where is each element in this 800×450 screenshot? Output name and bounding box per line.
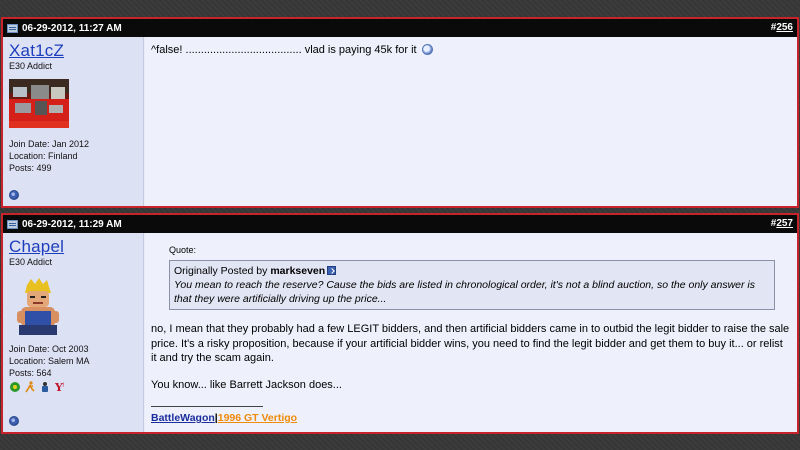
svg-text:!: ! (62, 382, 64, 389)
message-text: ^false! ................................… (151, 44, 417, 56)
post-header: 06-29-2012, 11:29 AM #257 (3, 215, 797, 233)
join-date: Join Date: Jan 2012 (9, 139, 90, 149)
signature: BattleWagon|1996 GT Vertigo (151, 411, 791, 426)
view-post-icon[interactable] (327, 266, 337, 275)
post-number-link[interactable]: 256 (776, 22, 793, 33)
quote-author: markseven (270, 265, 326, 277)
user-info-pane: Xat1cZ E30 Addict Join Date: Jan 2012 Lo… (3, 37, 144, 206)
signature-link-battlewagon[interactable]: BattleWagon (151, 412, 215, 424)
signature-divider (151, 406, 263, 407)
quote-box: Originally Posted by markseven You mean … (169, 260, 775, 310)
location: Location: Finland (9, 151, 78, 161)
user-badges: Y! (9, 381, 137, 393)
user-title: E30 Addict (9, 257, 53, 267)
post-doc-icon (7, 219, 18, 229)
post-date: 06-29-2012, 11:29 AM (22, 218, 122, 230)
join-date: Join Date: Oct 2003 (9, 344, 89, 354)
post-number[interactable]: #256 (771, 22, 793, 33)
username-link[interactable]: Xat1cZ (9, 41, 137, 61)
signature-link-gt-vertigo[interactable]: 1996 GT Vertigo (218, 412, 297, 424)
post-number-link[interactable]: 257 (776, 218, 793, 229)
quote-attribution: Originally Posted by markseven (174, 264, 770, 278)
post-number[interactable]: #257 (771, 218, 793, 229)
online-status-icon[interactable] (9, 190, 19, 200)
message-pane: ^false! ................................… (145, 37, 797, 206)
user-meta: Join Date: Jan 2012 Location: Finland Po… (9, 138, 137, 174)
person-badge-icon[interactable] (39, 381, 51, 393)
reply-paragraph-1: no, I mean that they probably had a few … (151, 323, 790, 364)
quote-text: You mean to reach the reserve? Cause the… (174, 279, 756, 305)
runner-badge-icon[interactable] (24, 381, 36, 393)
user-title: E30 Addict (9, 61, 53, 71)
green-badge-icon[interactable] (9, 381, 21, 393)
smiley-icon (421, 44, 433, 55)
location: Location: Salem MA (9, 356, 90, 366)
post-header: 06-29-2012, 11:27 AM #256 (3, 19, 797, 37)
post-doc-icon (7, 23, 18, 33)
quote-by-prefix: Originally Posted by (174, 265, 268, 277)
post-257: 06-29-2012, 11:29 AM #257 Chapel E30 Add… (1, 213, 799, 434)
online-status-icon[interactable] (9, 416, 19, 426)
message-pane: Quote: Originally Posted by markseven Yo… (145, 233, 797, 432)
quote-label: Quote: (169, 245, 197, 255)
user-meta: Join Date: Oct 2003 Location: Salem MA P… (9, 343, 137, 379)
post-256: 06-29-2012, 11:27 AM #256 Xat1cZ E30 Add… (1, 17, 799, 208)
avatar[interactable] (13, 277, 63, 335)
post-count: Posts: 564 (9, 368, 52, 378)
post-date: 06-29-2012, 11:27 AM (22, 22, 122, 34)
post-count: Posts: 499 (9, 163, 52, 173)
avatar[interactable] (9, 79, 69, 128)
yahoo-badge-icon[interactable]: Y! (54, 381, 66, 393)
username-link[interactable]: Chapel (9, 237, 137, 257)
user-info-pane: Chapel E30 Addict Join Date: Oct 2003 Lo… (3, 233, 144, 432)
reply-paragraph-2: You know... like Barrett Jackson does... (151, 378, 342, 391)
